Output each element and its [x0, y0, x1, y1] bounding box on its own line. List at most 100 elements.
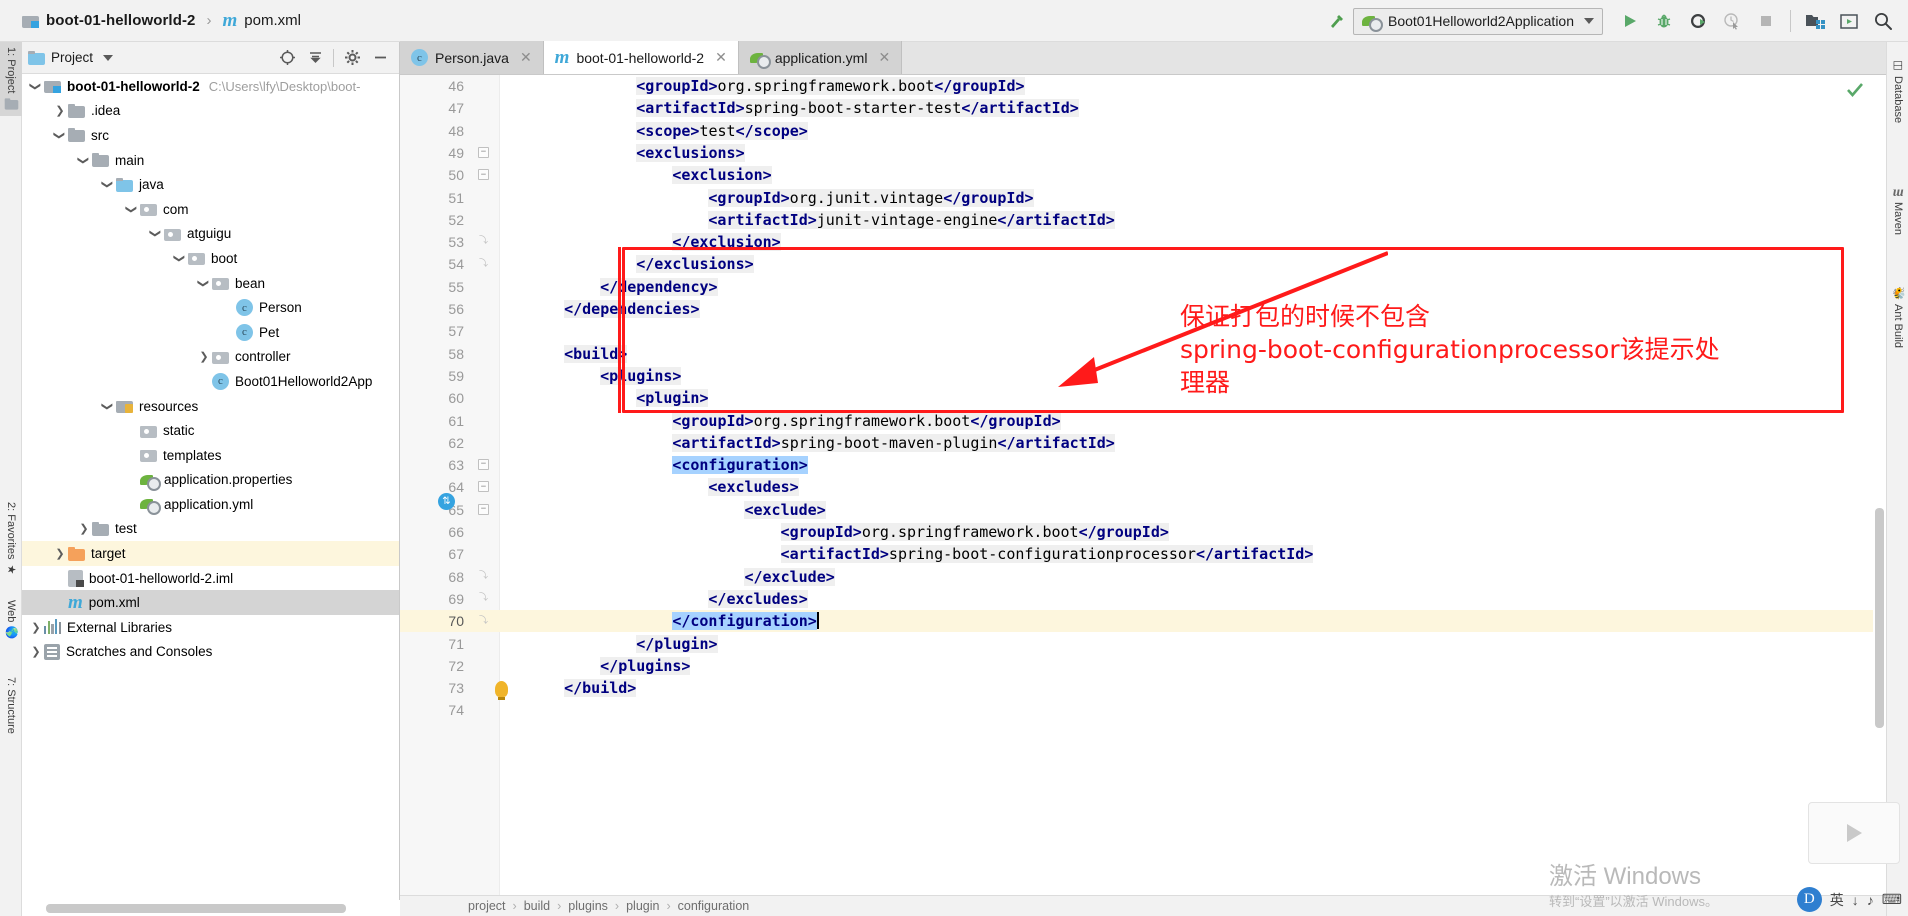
chevron-down-icon[interactable] [172, 252, 188, 265]
tree-item-idea[interactable]: .idea [22, 99, 399, 124]
ime-logo-icon[interactable]: D [1796, 887, 1822, 912]
chevron-down-icon[interactable] [76, 154, 92, 167]
code-line[interactable]: 63 − <configuration> [400, 454, 1886, 476]
project-horizontal-scrollbar[interactable] [44, 900, 422, 916]
chevron-right-icon[interactable] [52, 104, 68, 117]
ime-item-1[interactable]: ♪ [1867, 892, 1874, 908]
code-editor[interactable]: 46 <groupId>org.springframework.boot</gro… [400, 75, 1886, 895]
sidebar-tab-favorites[interactable]: 2: Favorites ★ [0, 497, 22, 581]
code-line[interactable]: 70 ⤵ </configuration> [400, 610, 1886, 633]
code-line[interactable]: 50 − <exclusion> [400, 164, 1886, 186]
code-line[interactable]: 53 ⤵ </exclusion> [400, 231, 1886, 253]
tree-item-java[interactable]: java [22, 172, 399, 197]
chevron-right-icon[interactable] [28, 645, 44, 658]
tree-item-atguigu[interactable]: atguigu [22, 222, 399, 247]
code-line[interactable]: 67 <artifactId>spring-boot-configurationp… [400, 543, 1886, 565]
chevron-right-icon[interactable] [196, 350, 212, 363]
breadcrumb-item-build[interactable]: build [524, 899, 550, 913]
tree-item-boot[interactable]: boot [22, 246, 399, 271]
sidebar-tab-structure[interactable]: 7: Structure [0, 672, 22, 739]
tree-item-application-properties[interactable]: application.properties [22, 468, 399, 493]
fold-collapse-icon[interactable]: − [478, 459, 489, 471]
fold-collapse-icon[interactable]: − [478, 169, 489, 181]
chevron-down-icon[interactable] [124, 203, 140, 216]
ime-language-label[interactable]: 英 [1830, 890, 1844, 910]
breadcrumb-item-project[interactable]: project [468, 899, 506, 913]
tree-item-com[interactable]: com [22, 197, 399, 222]
tree-item-test[interactable]: test [22, 517, 399, 542]
chevron-down-icon[interactable] [100, 178, 116, 191]
code-line[interactable]: 71 </plugin> [400, 633, 1886, 655]
editor-tab-boot-01-helloworld-2[interactable]: m boot-01-helloworld-2 ✕ [543, 41, 739, 74]
code-line[interactable]: 61 <groupId>org.springframework.boot</gro… [400, 410, 1886, 432]
code-line[interactable]: 48 <scope>test</scope> [400, 120, 1886, 142]
fold-end-icon[interactable]: ⤵ [478, 615, 489, 626]
locate-icon[interactable] [274, 45, 300, 71]
editor-tab-person-java[interactable]: c Person.java ✕ [400, 41, 544, 74]
code-line[interactable]: 51 <groupId>org.junit.vintage</groupId> [400, 187, 1886, 209]
close-icon[interactable]: ✕ [878, 49, 890, 66]
tree-item-controller[interactable]: controller [22, 345, 399, 370]
editor-tab-application-yml[interactable]: application.yml ✕ [738, 41, 903, 74]
code-line[interactable]: 52 <artifactId>junit-vintage-engine</arti… [400, 209, 1886, 231]
ime-item-0[interactable]: ↓ [1852, 892, 1859, 908]
close-icon[interactable]: ✕ [520, 49, 532, 66]
code-content[interactable]: 46 <groupId>org.springframework.boot</gro… [400, 75, 1886, 895]
tree-item-resources[interactable]: resources [22, 394, 399, 419]
play-icon[interactable] [1846, 824, 1862, 842]
tree-item-static[interactable]: static [22, 418, 399, 443]
floating-run-widget[interactable] [1808, 802, 1900, 864]
chevron-down-icon[interactable] [100, 400, 116, 413]
fold-end-icon[interactable]: ⤵ [478, 236, 489, 247]
fold-collapse-icon[interactable]: − [478, 481, 489, 493]
code-line[interactable]: 74 [400, 699, 1886, 721]
editor-scrollbar[interactable] [1873, 108, 1886, 874]
sidebar-tab-project[interactable]: 1: Project [0, 42, 22, 117]
profiler-icon[interactable] [1715, 4, 1749, 38]
editor-tabs[interactable]: c Person.java ✕ m boot-01-helloworld-2 ✕ appli… [400, 41, 1886, 75]
breadcrumb-project-name[interactable]: boot-01-helloworld-2 [46, 12, 196, 29]
fold-end-icon[interactable]: ⤵ [478, 258, 489, 269]
chevron-right-icon[interactable] [28, 621, 44, 634]
search-everywhere-icon[interactable] [1866, 4, 1900, 38]
spring-gutter-icon[interactable]: ⇅ [438, 493, 455, 510]
tree-item-src[interactable]: src [22, 123, 399, 148]
sidebar-tab-web[interactable]: Web 🌎 [0, 595, 22, 645]
fold-collapse-icon[interactable]: − [478, 146, 489, 158]
project-tree[interactable]: boot-01-helloworld-2 C:\Users\lfy\Desktop… [22, 74, 399, 900]
settings-gear-icon[interactable] [339, 45, 365, 71]
tree-item-main[interactable]: main [22, 148, 399, 173]
code-line[interactable]: 73 </build> [400, 677, 1886, 699]
code-line[interactable]: 64 − <excludes> [400, 476, 1886, 498]
code-line[interactable]: 62 <artifactId>spring-boot-maven-plugin</… [400, 432, 1886, 454]
chevron-down-icon[interactable] [28, 80, 44, 93]
chevron-down-icon[interactable] [52, 129, 68, 142]
code-line[interactable]: 66 <groupId>org.springframework.boot</gro… [400, 521, 1886, 543]
hide-panel-icon[interactable] [367, 45, 393, 71]
tree-item-boot01helloworld2app[interactable]: c Boot01Helloworld2App [22, 369, 399, 394]
ime-item-2[interactable]: ⌨ [1882, 891, 1902, 908]
debug-icon[interactable] [1647, 4, 1681, 38]
tree-item-scratches-and-consoles[interactable]: Scratches and Consoles [22, 640, 399, 665]
chevron-right-icon[interactable] [76, 522, 92, 535]
code-line[interactable]: 47 <artifactId>spring-boot-starter-test</… [400, 97, 1886, 119]
fold-collapse-icon[interactable]: − [478, 503, 489, 515]
tree-item-pom-xml[interactable]: m pom.xml [22, 590, 399, 616]
close-icon[interactable]: ✕ [715, 49, 727, 66]
inspections-ok-icon[interactable] [1846, 81, 1864, 102]
chevron-right-icon[interactable] [52, 547, 68, 560]
tree-item-person[interactable]: c Person [22, 295, 399, 320]
run-configuration-selector[interactable]: Boot01Helloworld2Application [1353, 7, 1603, 35]
fold-end-icon[interactable]: ⤵ [478, 593, 489, 604]
stop-icon[interactable] [1749, 4, 1783, 38]
code-line[interactable]: 65− <exclude> [400, 499, 1886, 521]
tree-item-target[interactable]: target [22, 541, 399, 566]
chevron-down-icon[interactable] [148, 227, 164, 240]
chevron-down-icon[interactable] [103, 54, 114, 61]
sidebar-tab-database[interactable]: ◫ Database [1887, 54, 1908, 128]
scrollbar-thumb[interactable] [46, 904, 346, 913]
project-structure-icon[interactable] [1798, 4, 1832, 38]
code-line[interactable]: 49 − <exclusions> [400, 142, 1886, 164]
intention-bulb-icon[interactable] [495, 681, 508, 700]
breadcrumb-item-configuration[interactable]: configuration [678, 899, 750, 913]
